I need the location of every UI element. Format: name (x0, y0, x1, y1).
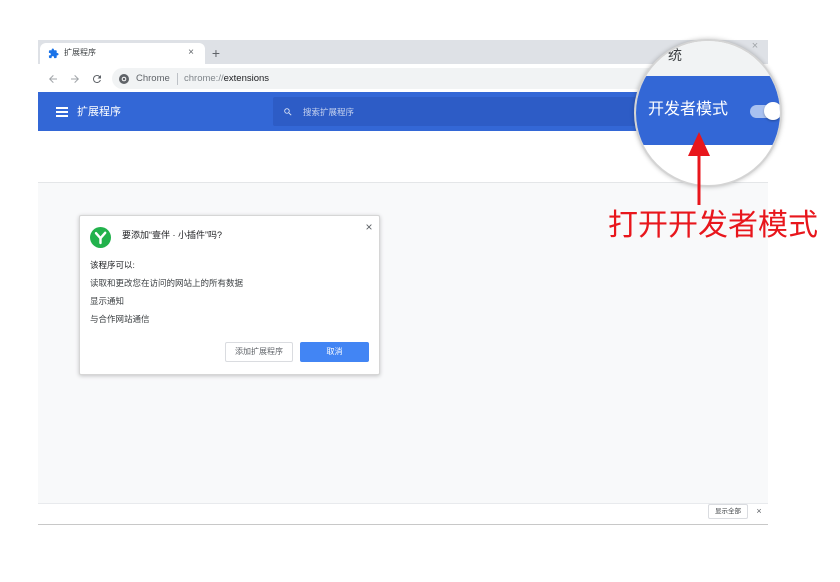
page-title: 扩展程序 (77, 106, 121, 118)
arrow-right-icon[interactable] (69, 73, 81, 85)
annotation-label: 打开开发者模式 (608, 209, 818, 242)
cancel-button[interactable]: 取消 (300, 342, 369, 362)
dialog-title: 要添加“壹伴 · 小插件”吗? (122, 230, 222, 240)
new-tab-icon[interactable]: + (210, 45, 222, 61)
download-shelf (38, 503, 768, 525)
permission-item: 显示通知 (90, 296, 125, 306)
add-extension-button[interactable]: 添加扩展程序 (225, 342, 293, 362)
extension-logo-icon (90, 227, 111, 248)
hamburger-line (56, 115, 68, 117)
chrome-icon[interactable] (119, 74, 129, 84)
developer-mode-label: 开发者模式 (648, 101, 729, 118)
show-all-button[interactable]: 显示全部 (708, 504, 748, 519)
url-path: extensions (223, 73, 270, 84)
tab-title: 扩展程序 (64, 48, 96, 57)
site-label: Chrome (136, 73, 170, 84)
permission-item: 与合作网站通信 (90, 314, 150, 324)
magnified-toolbar (636, 41, 780, 76)
url-text[interactable]: chrome://extensions (184, 74, 269, 84)
url-scheme: chrome:// (184, 73, 224, 84)
magnified-partial-text: 统 (668, 47, 682, 63)
toggle-knob (764, 102, 780, 120)
developer-mode-toggle[interactable] (750, 102, 780, 120)
search-input[interactable] (303, 104, 643, 120)
hamburger-line (56, 107, 68, 109)
dialog-close-icon[interactable]: × (363, 220, 375, 234)
screenshot: 扩展程序 × + × Chrome chrome://extensions 扩展… (0, 0, 840, 582)
permissions-intro: 该程序可以: (90, 260, 135, 270)
hamburger-icon[interactable] (56, 107, 68, 117)
puzzle-icon (48, 48, 59, 59)
arrow-left-icon[interactable] (47, 73, 59, 85)
arrow-up-icon (688, 132, 710, 205)
search-icon (284, 108, 292, 116)
url-separator (177, 73, 178, 85)
shelf-close-icon[interactable]: × (754, 505, 764, 517)
hamburger-line (56, 111, 68, 113)
install-dialog: 要添加“壹伴 · 小插件”吗? × 该程序可以: 读取和更改您在访问的网站上的所… (79, 215, 380, 375)
reload-icon[interactable] (91, 73, 103, 85)
permission-item: 读取和更改您在访问的网站上的所有数据 (90, 278, 244, 288)
tab-close-icon[interactable]: × (186, 47, 196, 59)
